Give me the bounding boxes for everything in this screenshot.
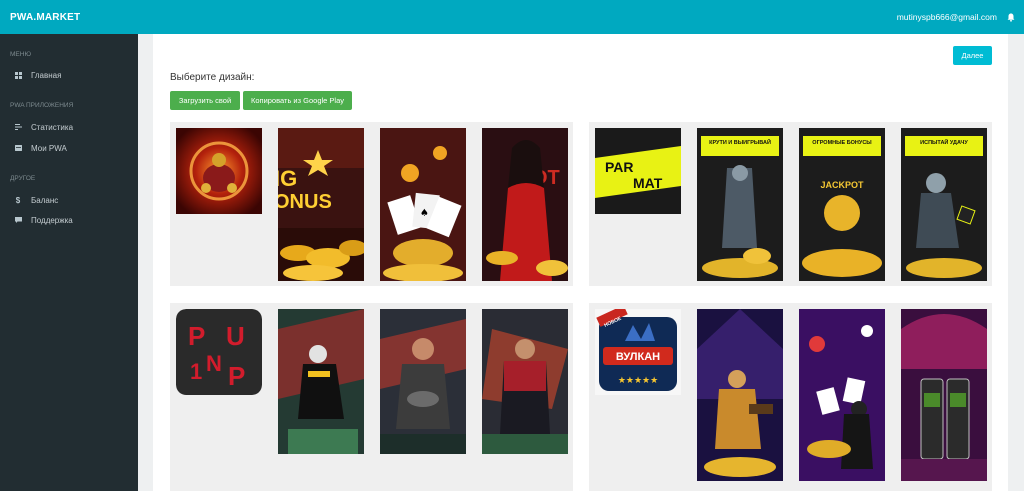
user-email[interactable]: mutinyspb666@gmail.com [897,12,997,22]
design-screenshot-2 [380,309,466,454]
parimatch-text-2: MAT [633,175,663,191]
sidebar-item-support[interactable]: Поддержка [0,212,138,228]
pinup-text-1: P [188,321,205,351]
chat-icon [13,216,23,224]
banner-text-2: ОГРОМНЫЕ БОНУСЫ [812,140,872,146]
vulkan-logo-text: ВУЛКАН [616,351,660,363]
main-content: Далее Выберите дизайн: Загрузить свой Ко… [153,34,1008,491]
sidebar-item-my-pwa[interactable]: Мои PWA [0,140,138,156]
sidebar: МЕНЮ Главная PWA ПРИЛОЖЕНИЯ Статистика М… [0,34,138,491]
sidebar-item-balance[interactable]: $ Баланс [0,192,138,208]
page-title: Выберите дизайн: [170,72,255,83]
design-screenshot-2 [799,309,885,481]
slot-text-1: IG [278,166,297,191]
svg-text:♠: ♠ [420,208,429,219]
jackpot-text: JACKPOT [820,180,864,190]
design-screenshot-3 [901,309,987,481]
sidebar-section-menu: МЕНЮ [10,51,32,58]
design-screenshot-1 [697,309,783,481]
copy-from-google-play-button[interactable]: Копировать из Google Play [243,91,352,110]
stats-icon [13,123,23,131]
design-screenshot-1: КРУТИ И ВЫИГРЫВАЙ [697,128,783,281]
design-card-vulkan[interactable]: НОВОЕ ВУЛКАН ★★★★★ [589,303,992,491]
upload-own-button[interactable]: Загрузить свой [170,91,240,110]
design-card-pinup[interactable]: P U 1 N P [170,303,573,491]
pinup-text-4: N [206,351,222,376]
design-screenshot-1: IG ONUS [278,128,364,281]
design-icon-thumbnail [176,128,262,214]
dashboard-icon [13,71,23,79]
next-button[interactable]: Далее [953,46,992,65]
sidebar-item-home[interactable]: Главная [0,67,138,83]
design-icon-thumbnail: PAR MAT [595,128,681,214]
sidebar-item-label: Главная [31,70,62,80]
banner-text-3: ИСПЫТАЙ УДАЧУ [920,138,968,146]
design-card-parimatch[interactable]: PAR MAT КРУТИ И ВЫИГРЫВАЙ ОГРОМНЫЕ БОНУС… [589,122,992,286]
brand-logo[interactable]: PWA.MARKET [10,12,80,23]
pinup-text-2: U [226,321,245,351]
design-screenshot-1 [278,309,364,454]
design-screenshot-2: ОГРОМНЫЕ БОНУСЫ JACKPOT [799,128,885,281]
parimatch-text-1: PAR [605,159,634,175]
top-bar: PWA.MARKET mutinyspb666@gmail.com [0,0,1024,34]
design-screenshot-2: ♠ [380,128,466,281]
design-screenshot-3: OT [482,128,568,281]
banner-text-1: КРУТИ И ВЫИГРЫВАЙ [709,138,771,146]
design-screenshot-3: ИСПЫТАЙ УДАЧУ [901,128,987,281]
pinup-text-5: P [228,361,245,391]
bell-icon[interactable] [1007,13,1015,22]
sidebar-item-label: Баланс [31,195,59,205]
list-icon [13,144,23,152]
vulkan-stars: ★★★★★ [618,376,658,386]
sidebar-section-pwa: PWA ПРИЛОЖЕНИЯ [10,102,74,109]
design-icon-thumbnail: P U 1 N P [176,309,262,395]
sidebar-section-other: ДРУГОЕ [10,175,36,182]
slot-text-2: ONUS [278,191,332,213]
sidebar-item-label: Статистика [31,122,74,132]
design-screenshot-3 [482,309,568,454]
sidebar-item-stats[interactable]: Статистика [0,119,138,135]
design-card-casino[interactable]: IG ONUS ♠ OT [170,122,573,286]
pinup-text-3: 1 [190,359,202,384]
design-icon-thumbnail: НОВОЕ ВУЛКАН ★★★★★ [595,309,681,395]
sidebar-item-label: Мои PWA [31,143,67,153]
dollar-icon: $ [15,195,21,205]
sidebar-item-label: Поддержка [31,215,73,225]
